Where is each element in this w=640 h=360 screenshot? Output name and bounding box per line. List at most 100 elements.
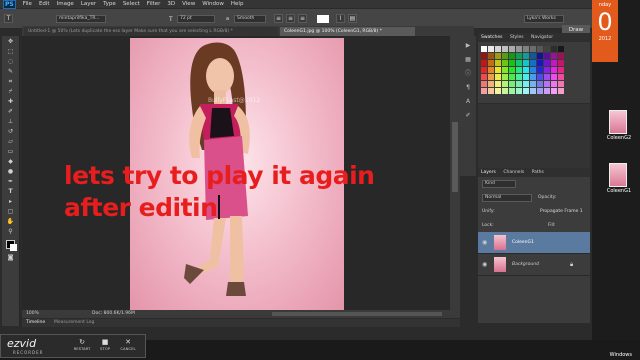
swatch-cell[interactable] xyxy=(530,53,536,59)
swatch-cell[interactable] xyxy=(530,60,536,66)
hand-tool-icon[interactable]: ✋ xyxy=(6,218,16,226)
paragraph-icon[interactable]: ¶ xyxy=(463,84,473,92)
swatch-cell[interactable] xyxy=(551,67,557,73)
swatch-cell[interactable] xyxy=(509,53,515,59)
stamp-tool-icon[interactable]: ⊥ xyxy=(6,118,16,126)
workspace-field[interactable]: Lyka's Works xyxy=(524,15,564,23)
cancel-button[interactable]: ✕ CANCEL xyxy=(117,338,139,356)
swatch-cell[interactable] xyxy=(544,67,550,73)
swatch-cell[interactable] xyxy=(558,81,564,87)
swatch-cell[interactable] xyxy=(502,53,508,59)
tab-layers[interactable]: Layers xyxy=(478,170,499,175)
swatch-cell[interactable] xyxy=(558,74,564,80)
tab-paths[interactable]: Paths xyxy=(529,170,547,175)
swatch-cell[interactable] xyxy=(502,67,508,73)
swatch-cell[interactable] xyxy=(516,46,522,52)
shape-tool-icon[interactable]: ▢ xyxy=(6,208,16,216)
swatch-cell[interactable] xyxy=(516,81,522,87)
swatch-cell[interactable] xyxy=(488,67,494,73)
swatch-cell[interactable] xyxy=(544,60,550,66)
swatch-cell[interactable] xyxy=(509,46,515,52)
swatch-cell[interactable] xyxy=(495,53,501,59)
type-tool-panel-icon[interactable]: T xyxy=(6,188,16,196)
swatch-cell[interactable] xyxy=(523,46,529,52)
swatch-cell[interactable] xyxy=(516,53,522,59)
swatch-cell[interactable] xyxy=(544,74,550,80)
layer-row-coleeng1[interactable]: ◉ ColeenG1 xyxy=(478,232,590,254)
swatch-cell[interactable] xyxy=(558,67,564,73)
swatch-cell[interactable] xyxy=(481,81,487,87)
brush-tool-icon[interactable]: ✐ xyxy=(6,108,16,116)
desktop-file-icon[interactable] xyxy=(609,163,627,187)
align-center-icon[interactable]: ≡ xyxy=(286,14,295,23)
blur-tool-icon[interactable]: ◆ xyxy=(6,158,16,166)
menu-layer[interactable]: Layer xyxy=(81,1,96,7)
swatch-cell[interactable] xyxy=(481,46,487,52)
swatch-cell[interactable] xyxy=(530,67,536,73)
swatch-cell[interactable] xyxy=(481,60,487,66)
swatch-cell[interactable] xyxy=(530,81,536,87)
swatch-cell[interactable] xyxy=(481,67,487,73)
swatch-cell[interactable] xyxy=(537,74,543,80)
propagate-frame-label[interactable]: Propagate Frame 1 xyxy=(540,209,583,214)
eraser-tool-icon[interactable]: ▱ xyxy=(6,138,16,146)
zoom-tool-icon[interactable]: ⚲ xyxy=(6,228,16,236)
swatch-cell[interactable] xyxy=(551,88,557,94)
tab-styles[interactable]: Styles xyxy=(507,35,527,40)
swatch-cell[interactable] xyxy=(516,74,522,80)
healing-tool-icon[interactable]: ✚ xyxy=(6,98,16,106)
tab-untitled-1[interactable]: Untitled-1 @ 50% (Lets duplicate the ess… xyxy=(24,27,278,36)
history-icon[interactable]: ▦ xyxy=(463,56,473,64)
info-icon[interactable]: ⓘ xyxy=(463,70,473,78)
path-select-icon[interactable]: ▸ xyxy=(6,198,16,206)
swatch-cell[interactable] xyxy=(488,53,494,59)
swatch-cell[interactable] xyxy=(537,88,543,94)
text-color-swatch[interactable] xyxy=(317,15,329,23)
crop-tool-icon[interactable]: ⌗ xyxy=(6,78,16,86)
horizontal-scrollbar[interactable] xyxy=(272,312,442,316)
menu-window[interactable]: Window xyxy=(202,1,224,7)
swatch-cell[interactable] xyxy=(551,81,557,87)
swatch-cell[interactable] xyxy=(502,46,508,52)
swatch-cell[interactable] xyxy=(516,60,522,66)
stop-button[interactable]: ■ STOP xyxy=(95,338,115,356)
swatch-cell[interactable] xyxy=(509,74,515,80)
menu-file[interactable]: File xyxy=(23,1,32,7)
blend-mode-select[interactable]: Normal xyxy=(482,194,532,202)
type-tool-icon[interactable]: T xyxy=(4,14,13,23)
swatch-grid[interactable] xyxy=(481,46,571,101)
swatch-cell[interactable] xyxy=(488,88,494,94)
tab-channels[interactable]: Channels xyxy=(500,170,527,175)
gradient-tool-icon[interactable]: ▭ xyxy=(6,148,16,156)
history-brush-icon[interactable]: ↺ xyxy=(6,128,16,136)
menu-image[interactable]: Image xyxy=(57,1,74,7)
tab-timeline[interactable]: Timeline xyxy=(26,319,45,327)
menu-filter[interactable]: Filter xyxy=(147,1,161,7)
swatch-cell[interactable] xyxy=(488,60,494,66)
tab-swatches[interactable]: Swatches xyxy=(478,35,506,40)
swatch-cell[interactable] xyxy=(537,67,543,73)
tab-navigator[interactable]: Navigator xyxy=(528,35,556,40)
pen-tool-icon[interactable]: ✒ xyxy=(6,178,16,186)
swatch-cell[interactable] xyxy=(537,53,543,59)
layer-filter-kind[interactable]: Kind xyxy=(482,180,516,188)
menu-select[interactable]: Select xyxy=(123,1,140,7)
menu-edit[interactable]: Edit xyxy=(39,1,50,7)
swatch-cell[interactable] xyxy=(537,81,543,87)
swatch-cell[interactable] xyxy=(544,46,550,52)
swatch-cell[interactable] xyxy=(551,46,557,52)
swatch-cell[interactable] xyxy=(551,53,557,59)
swatch-cell[interactable] xyxy=(481,53,487,59)
swatch-cell[interactable] xyxy=(502,60,508,66)
swatch-cell[interactable] xyxy=(502,81,508,87)
zoom-level[interactable]: 100% xyxy=(26,310,39,318)
swatch-cell[interactable] xyxy=(495,74,501,80)
tab-measurement-log[interactable]: Measurement Log xyxy=(54,319,94,327)
visibility-eye-icon[interactable]: ◉ xyxy=(482,239,487,246)
swatch-cell[interactable] xyxy=(523,60,529,66)
swatch-cell[interactable] xyxy=(523,74,529,80)
swatch-cell[interactable] xyxy=(530,88,536,94)
swatch-cell[interactable] xyxy=(530,46,536,52)
marquee-tool-icon[interactable]: ⬚ xyxy=(6,48,16,56)
swatch-cell[interactable] xyxy=(495,88,501,94)
